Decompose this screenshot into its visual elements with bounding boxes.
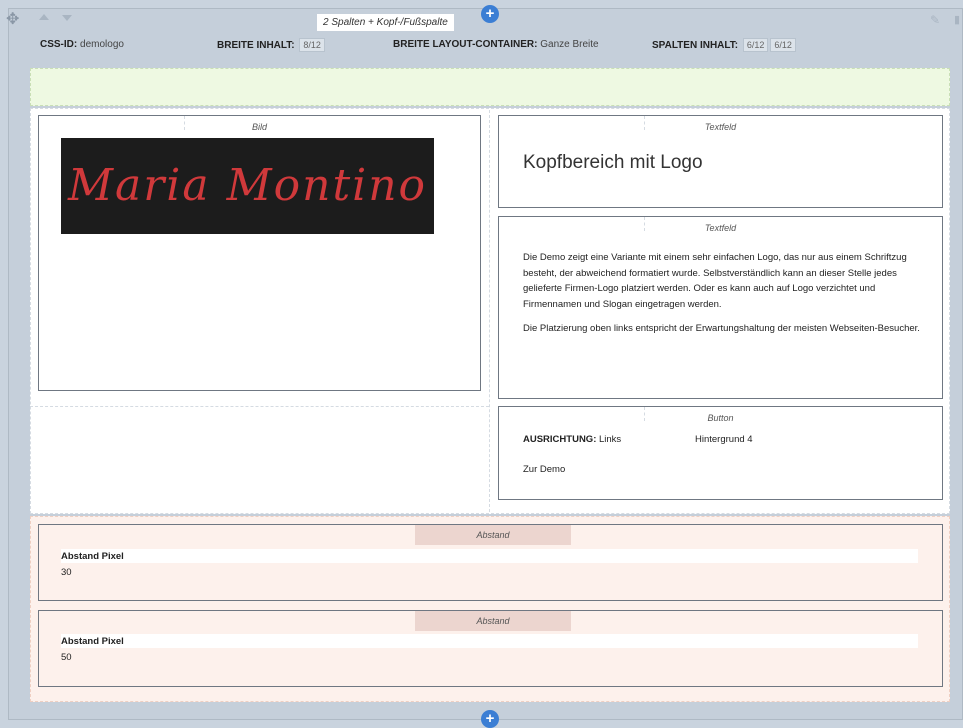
- module-title: 2 Spalten + Kopf-/Fußspalte: [317, 14, 454, 31]
- paragraph-1: Die Demo zeigt eine Variante mit einem s…: [523, 252, 907, 310]
- spalten-inhalt-label: SPALTEN INHALT:: [652, 40, 739, 51]
- pencil-icon[interactable]: ✎: [930, 14, 942, 26]
- header-column[interactable]: [30, 68, 950, 106]
- heading-text: Kopfbereich mit Logo: [523, 152, 703, 173]
- spacer-bar: [61, 634, 918, 648]
- textfeld-label: Textfeld: [704, 223, 737, 233]
- abstand-label: Abstand: [415, 525, 571, 545]
- ausrichtung-label: AUSRICHTUNG:: [523, 434, 597, 445]
- ausrichtung-row: AUSRICHTUNG: Links: [523, 434, 621, 445]
- css-id-meta: CSS-ID: demologo: [40, 38, 124, 52]
- hintergrund-value: Hintergrund 4: [695, 434, 753, 445]
- heading-textfeld[interactable]: Textfeld Kopfbereich mit Logo: [498, 115, 943, 208]
- breite-inhalt-chip: 8/12: [299, 38, 325, 52]
- spacer-bar: [61, 549, 918, 563]
- textfeld-label: Textfeld: [704, 122, 737, 132]
- css-id-label: CSS-ID:: [40, 39, 78, 50]
- arrow-up-icon[interactable]: [39, 14, 49, 20]
- breite-inhalt-label: BREITE INHALT:: [217, 40, 295, 51]
- body-textfeld[interactable]: Textfeld Die Demo zeigt eine Variante mi…: [498, 216, 943, 399]
- css-id-value: demologo: [80, 39, 124, 50]
- add-above-plus-icon[interactable]: +: [481, 5, 499, 23]
- move-icon[interactable]: ✥: [6, 12, 22, 28]
- abstand-pixel-value: 50: [61, 652, 72, 663]
- button-label: Button: [707, 413, 734, 423]
- body-text: Die Demo zeigt eine Variante mit einem s…: [523, 250, 923, 346]
- arrow-down-icon[interactable]: [62, 15, 72, 21]
- paragraph-2: Die Platzierung oben links entspricht de…: [523, 323, 920, 334]
- column-divider: [489, 110, 490, 512]
- spalten-inhalt-meta: SPALTEN INHALT: 6/12 6/12: [652, 38, 796, 52]
- left-column-split: [30, 406, 489, 407]
- breite-container-label: BREITE LAYOUT-CONTAINER:: [393, 39, 538, 50]
- abstand-element-1[interactable]: Abstand Abstand Pixel 30: [38, 524, 943, 601]
- breite-container-value: Ganze Breite: [540, 39, 599, 50]
- abstand-label: Abstand: [415, 611, 571, 631]
- spalten-inhalt-chip-1: 6/12: [742, 38, 769, 52]
- breite-container-meta: BREITE LAYOUT-CONTAINER: Ganze Breite: [393, 38, 599, 52]
- abstand-pixel-label: Abstand Pixel: [61, 636, 124, 647]
- add-below-plus-icon[interactable]: +: [481, 710, 499, 728]
- breite-inhalt-meta: BREITE INHALT: 8/12: [217, 38, 325, 52]
- abstand-pixel-value: 30: [61, 567, 72, 578]
- bild-label: Bild: [251, 122, 267, 132]
- spalten-inhalt-chip-2: 6/12: [770, 38, 796, 52]
- zur-demo-button[interactable]: Zur Demo: [523, 464, 565, 475]
- ausrichtung-value: Links: [599, 434, 622, 445]
- logo-image: Maria Montino: [61, 138, 434, 234]
- abstand-element-2[interactable]: Abstand Abstand Pixel 50: [38, 610, 943, 687]
- button-element[interactable]: Button AUSRICHTUNG: Links Hintergrund 4 …: [498, 406, 943, 500]
- abstand-pixel-label: Abstand Pixel: [61, 551, 124, 562]
- trash-icon[interactable]: ▮: [954, 14, 963, 26]
